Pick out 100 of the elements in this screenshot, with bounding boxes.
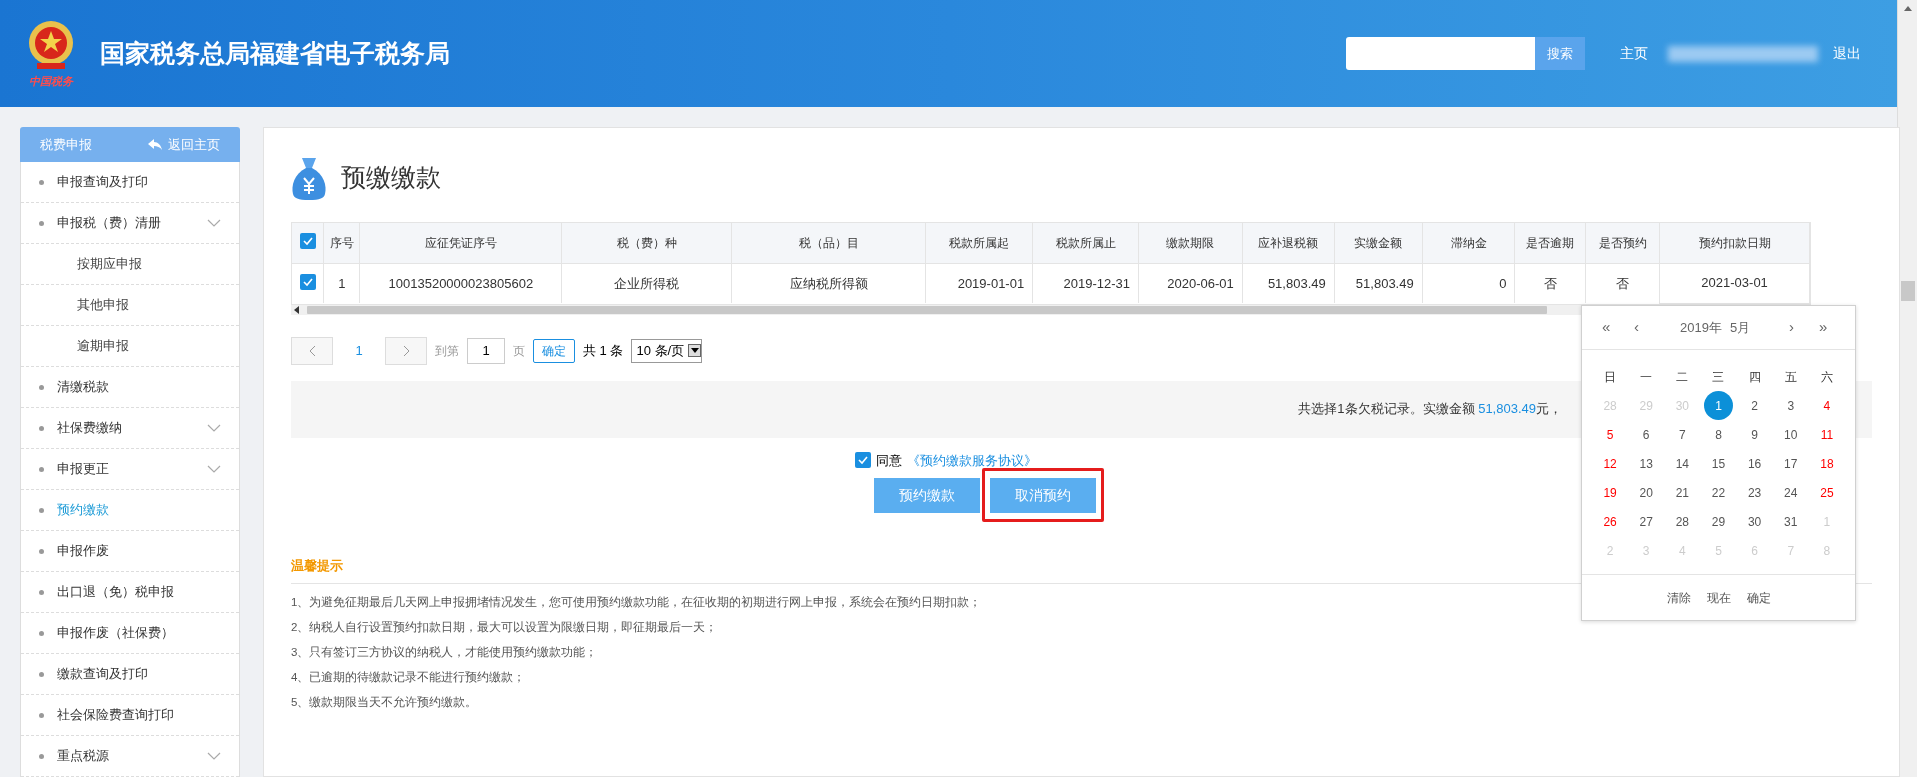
calendar-action[interactable]: 确定 <box>1746 588 1771 607</box>
calendar-day[interactable]: 25 <box>1812 478 1842 507</box>
tip-text: 3、只有签订三方协议的纳税人，才能使用预约缴款功能； <box>291 645 598 660</box>
table-cell: 2019-12-31 <box>1032 263 1139 303</box>
site-title: 国家税务总局福建省电子税务局 <box>100 37 450 69</box>
calendar-day[interactable]: 22 <box>1704 478 1733 507</box>
column-header: 应补退税额 <box>1242 223 1335 263</box>
menu-item[interactable]: 申报更正 <box>21 449 239 490</box>
table-cell: 0 <box>1422 263 1515 303</box>
calendar-day[interactable]: 27 <box>1631 507 1661 536</box>
calendar-day[interactable]: 24 <box>1776 478 1806 507</box>
column-header: 是否逾期 <box>1514 223 1586 263</box>
calendar-day[interactable]: 9 <box>1740 420 1770 449</box>
menu-item[interactable]: 出口退（免）税申报 <box>21 572 239 613</box>
prev-page-button[interactable] <box>291 336 333 365</box>
scroll-thumb[interactable] <box>1900 281 1915 301</box>
weekday-label: 五 <box>1783 368 1798 386</box>
checkbox[interactable] <box>855 452 871 469</box>
bullet-icon <box>39 425 44 431</box>
menu-item[interactable]: 清缴税款 <box>21 367 239 408</box>
calendar-day[interactable]: 3 <box>1776 391 1806 420</box>
column-header: 是否预约 <box>1585 223 1660 263</box>
bullet-icon <box>39 179 44 185</box>
calendar-day[interactable]: 29 <box>1704 507 1733 536</box>
next-month-button[interactable]: › <box>1789 316 1809 339</box>
weekday-label: 四 <box>1747 368 1762 386</box>
submenu-item[interactable]: 按期应申报 <box>21 244 239 285</box>
bullet-icon <box>39 220 44 226</box>
reply-icon <box>148 139 162 150</box>
calendar-action[interactable]: 清除 <box>1666 588 1691 607</box>
calendar-day[interactable]: 21 <box>1667 478 1697 507</box>
calendar-day[interactable]: 17 <box>1776 449 1806 478</box>
submenu-item[interactable]: 逾期申报 <box>21 326 239 367</box>
calendar-action[interactable]: 现在 <box>1706 588 1731 607</box>
calendar-day[interactable]: 5 <box>1595 420 1625 449</box>
calendar-day[interactable]: 28 <box>1667 507 1697 536</box>
menu-item[interactable]: 重点税源 <box>21 736 239 777</box>
menu-item[interactable]: 社会保险费查询打印 <box>21 695 239 736</box>
goto-confirm-button[interactable]: 确定 <box>533 338 575 363</box>
calendar-day[interactable]: 7 <box>1667 420 1697 449</box>
calendar-day[interactable]: 13 <box>1631 449 1661 478</box>
tip-text: 4、已逾期的待缴款记录不能进行预约缴款； <box>291 670 526 685</box>
calendar-day[interactable]: 20 <box>1631 478 1661 507</box>
prev-month-button[interactable]: ‹ <box>1634 316 1654 339</box>
column-header: 税（费）种 <box>561 223 732 263</box>
prev-year-button[interactable]: « <box>1602 316 1622 339</box>
calendar-day[interactable]: 8 <box>1704 420 1733 449</box>
menu-item[interactable]: 申报查询及打印 <box>21 162 239 203</box>
calendar-day[interactable]: 2 <box>1740 391 1770 420</box>
calendar-day[interactable]: 26 <box>1595 507 1625 536</box>
money-bag-icon <box>291 156 327 200</box>
table-cell: 应纳税所得额 <box>731 263 926 303</box>
year-label[interactable]: 2019年 <box>1680 317 1722 338</box>
bullet-icon <box>39 384 44 390</box>
calendar-day[interactable]: 30 <box>1740 507 1770 536</box>
calendar-day[interactable]: 11 <box>1812 420 1842 449</box>
agreement-link[interactable]: 《预约缴款服务协议》 <box>907 450 1037 470</box>
calendar-day[interactable]: 14 <box>1667 449 1697 478</box>
next-year-button[interactable]: » <box>1819 316 1835 339</box>
calendar-day[interactable]: 12 <box>1595 449 1625 478</box>
checkbox[interactable] <box>299 233 316 250</box>
calendar-day[interactable]: 1 <box>1704 391 1733 420</box>
calendar-day[interactable]: 4 <box>1812 391 1842 420</box>
tip-text: 5、缴款期限当天不允许预约缴款。 <box>291 695 478 710</box>
calendar-day[interactable]: 6 <box>1631 420 1661 449</box>
tips-title: 温馨提示 <box>291 558 343 573</box>
menu-item[interactable]: 社保费缴纳 <box>21 408 239 449</box>
submenu-item[interactable]: 其他申报 <box>21 285 239 326</box>
current-page[interactable]: 1 <box>341 340 377 361</box>
calendar-day[interactable]: 18 <box>1812 449 1842 478</box>
summary-text: 共选择1条欠税记录。实缴金额 51,803.49元， <box>1298 400 1562 419</box>
menu-item[interactable]: 缴款查询及打印 <box>21 654 239 695</box>
calendar-day[interactable]: 23 <box>1740 478 1770 507</box>
menu-item[interactable]: 申报税（费）清册 <box>21 203 239 244</box>
calendar-day[interactable]: 10 <box>1776 420 1806 449</box>
column-header: 应征凭证序号 <box>359 223 562 263</box>
page-size-select[interactable]: 10 条/页 <box>631 338 703 363</box>
calendar-day[interactable]: 31 <box>1776 507 1806 536</box>
bullet-icon <box>39 548 44 554</box>
column-header: 缴款期限 <box>1138 223 1243 263</box>
search-field[interactable] <box>1346 37 1535 70</box>
bullet-icon <box>39 712 44 718</box>
calendar-day[interactable]: 16 <box>1740 449 1770 478</box>
column-header: 滞纳金 <box>1422 223 1515 263</box>
column-header: 税款所属起 <box>925 223 1033 263</box>
menu-item[interactable]: 申报作废（社保费） <box>21 613 239 654</box>
next-page-button[interactable] <box>385 336 427 365</box>
page-input[interactable]: 1 <box>467 337 505 364</box>
date-field[interactable]: 2021-03-01 <box>1659 263 1810 303</box>
table-cell: 51,803.49 <box>1242 263 1335 303</box>
calendar-day[interactable]: 15 <box>1704 449 1733 478</box>
menu-item[interactable]: 申报作废 <box>21 531 239 572</box>
checkbox[interactable] <box>299 273 316 290</box>
calendar-day[interactable]: 19 <box>1595 478 1625 507</box>
table-cell: 1 <box>323 263 360 303</box>
scroll-thumb[interactable] <box>307 305 1547 314</box>
dropdown-icon <box>688 344 702 357</box>
column-header: 税款所属止 <box>1032 223 1139 263</box>
scroll-left-icon <box>294 305 299 314</box>
month-label[interactable]: 5月 <box>1729 317 1751 338</box>
